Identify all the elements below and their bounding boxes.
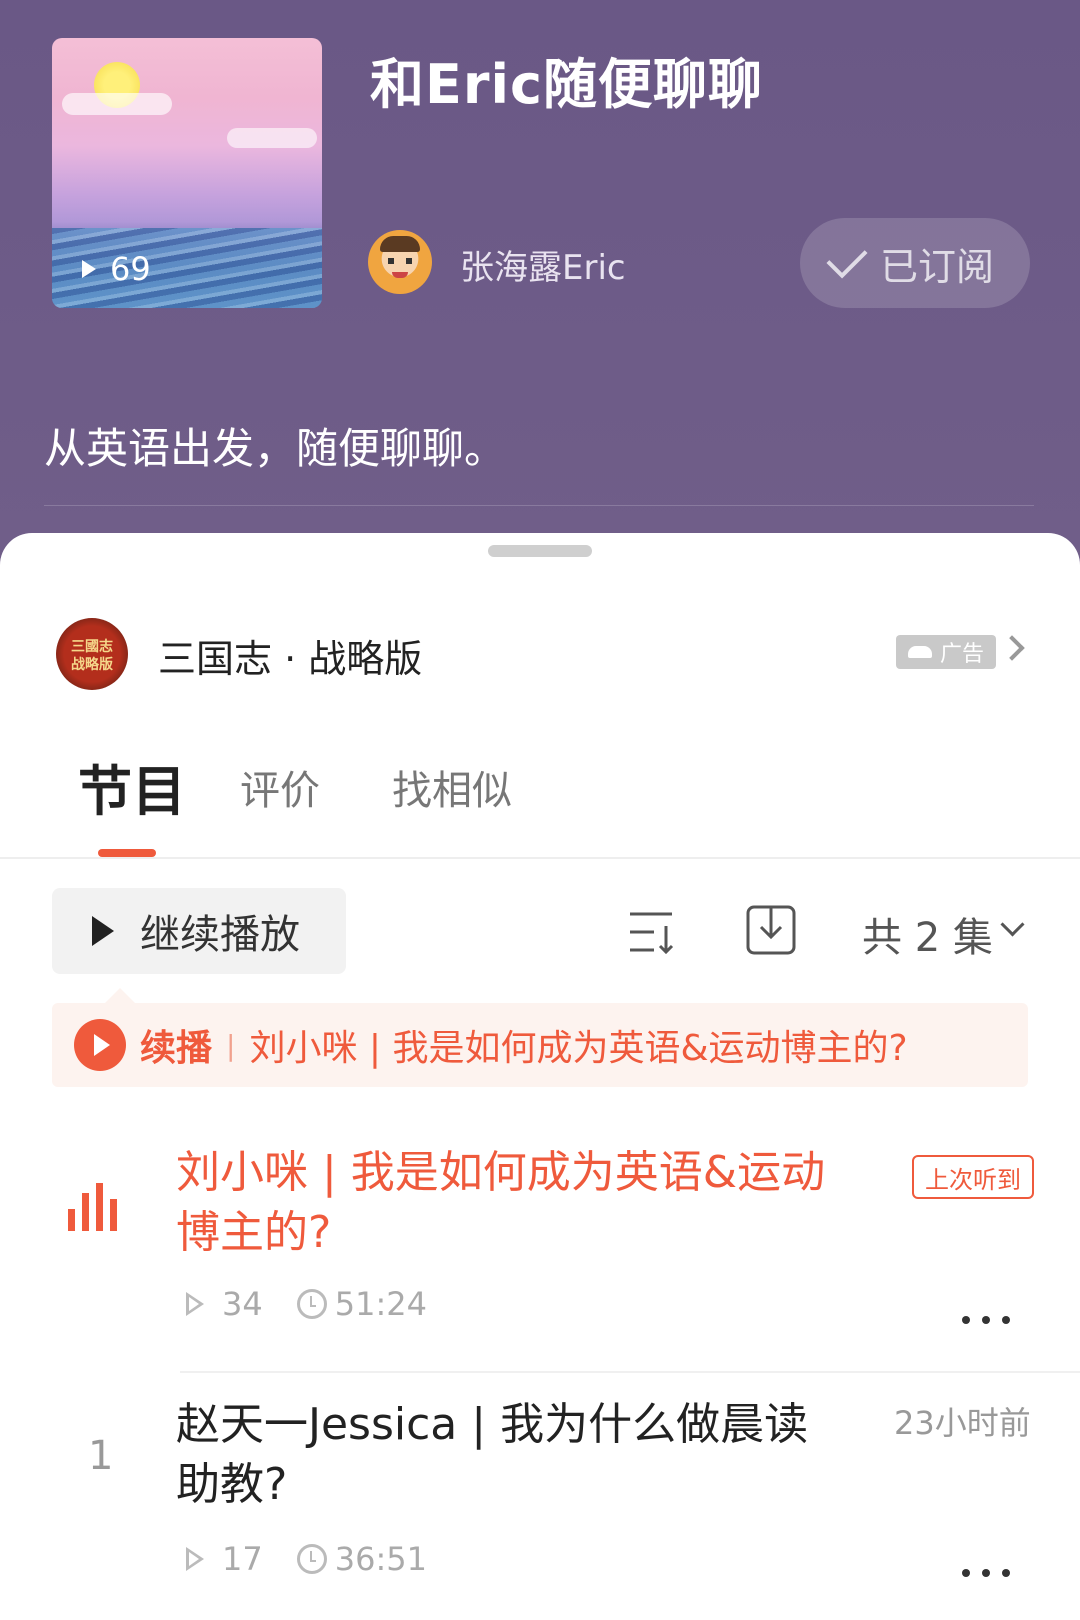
separator: | — [226, 1028, 236, 1062]
avatar-eyes — [388, 258, 412, 264]
ad-title[interactable]: 三国志 · 战略版 — [158, 628, 422, 683]
ad-logo-text: 三國志 战略版 — [71, 638, 113, 673]
cover-cloud — [227, 128, 317, 148]
equalizer-icon — [68, 1183, 117, 1231]
resume-bar-pointer — [104, 988, 136, 1004]
ad-badge-label: 广告 — [939, 642, 984, 667]
active-tab-indicator — [98, 849, 156, 857]
episode-play-count: 34 — [222, 1285, 263, 1323]
divider — [180, 1371, 1080, 1373]
podcast-cover[interactable]: 69 — [52, 38, 322, 308]
cloud-icon — [907, 646, 932, 658]
podcast-description: 从英语出发，随便聊聊。 — [44, 424, 507, 473]
divider — [0, 857, 1080, 859]
play-circle-icon — [74, 1019, 126, 1071]
play-icon — [92, 916, 114, 946]
sort-icon[interactable] — [628, 910, 674, 954]
episode-published-time: 23小时前 — [894, 1404, 1031, 1442]
play-count-icon — [186, 1547, 204, 1571]
episode-title[interactable]: 赵天一Jessica | 我为什么做晨读助教? — [176, 1395, 846, 1515]
download-icon[interactable] — [746, 905, 796, 955]
last-played-badge: 上次听到 — [912, 1155, 1034, 1199]
continue-play-button[interactable]: 继续播放 — [52, 888, 346, 974]
episodes-sheet: 三國志 战略版 三国志 · 战略版 广告 节目 评价 找相似 继续播放 共 2 … — [0, 533, 1080, 1620]
more-icon[interactable] — [962, 1569, 1010, 1577]
avatar-mouth — [392, 272, 408, 278]
subscribe-button[interactable]: 已订阅 — [800, 218, 1030, 308]
resume-label: 续播 — [140, 1028, 213, 1069]
avatar-hair — [380, 236, 420, 252]
episode-meta: 34 51:24 — [186, 1285, 427, 1323]
cover-play-count: 69 — [82, 250, 151, 288]
podcast-header: 69 和Eric随便聊聊 张海露Eric 已订阅 从英语出发，随便聊聊。 — [0, 0, 1080, 560]
cover-play-count-value: 69 — [110, 250, 151, 288]
episode-index: 1 — [88, 1433, 114, 1479]
episode-play-count: 17 — [222, 1540, 263, 1578]
tab-episodes[interactable]: 节目 — [78, 747, 186, 826]
continue-play-label: 继续播放 — [140, 912, 300, 958]
podcast-title: 和Eric随便聊聊 — [370, 53, 764, 116]
author-avatar[interactable] — [368, 230, 432, 294]
cover-cloud — [62, 93, 172, 115]
clock-icon — [296, 1544, 327, 1574]
resume-bar[interactable]: 续播 | 刘小咪 | 我是如何成为英语&运动博主的? — [52, 1003, 1028, 1087]
episode-meta: 17 36:51 — [186, 1540, 427, 1578]
episode-duration: 51:24 — [334, 1285, 427, 1323]
clock-icon — [296, 1289, 327, 1319]
episode-title[interactable]: 刘小咪 | 我是如何成为英语&运动博主的? — [176, 1143, 846, 1263]
check-icon — [826, 237, 868, 279]
divider — [44, 505, 1034, 506]
subscribe-label: 已订阅 — [879, 244, 994, 289]
tab-reviews[interactable]: 评价 — [240, 758, 320, 816]
episode-count[interactable]: 共 2 集 — [862, 905, 993, 963]
ad-logo[interactable]: 三國志 战略版 — [56, 618, 128, 690]
play-count-icon — [186, 1292, 204, 1316]
more-icon[interactable] — [962, 1316, 1010, 1324]
play-icon — [82, 260, 96, 278]
resume-title: 刘小咪 | 我是如何成为英语&运动博主的? — [249, 1028, 908, 1069]
tab-similar[interactable]: 找相似 — [392, 758, 512, 816]
chevron-down-icon[interactable] — [1000, 912, 1025, 937]
author-name[interactable]: 张海露Eric — [460, 240, 626, 289]
sheet-drag-handle[interactable] — [488, 545, 592, 557]
ad-badge: 广告 — [896, 635, 996, 669]
episode-duration: 36:51 — [334, 1540, 427, 1578]
chevron-right-icon[interactable] — [999, 635, 1025, 661]
